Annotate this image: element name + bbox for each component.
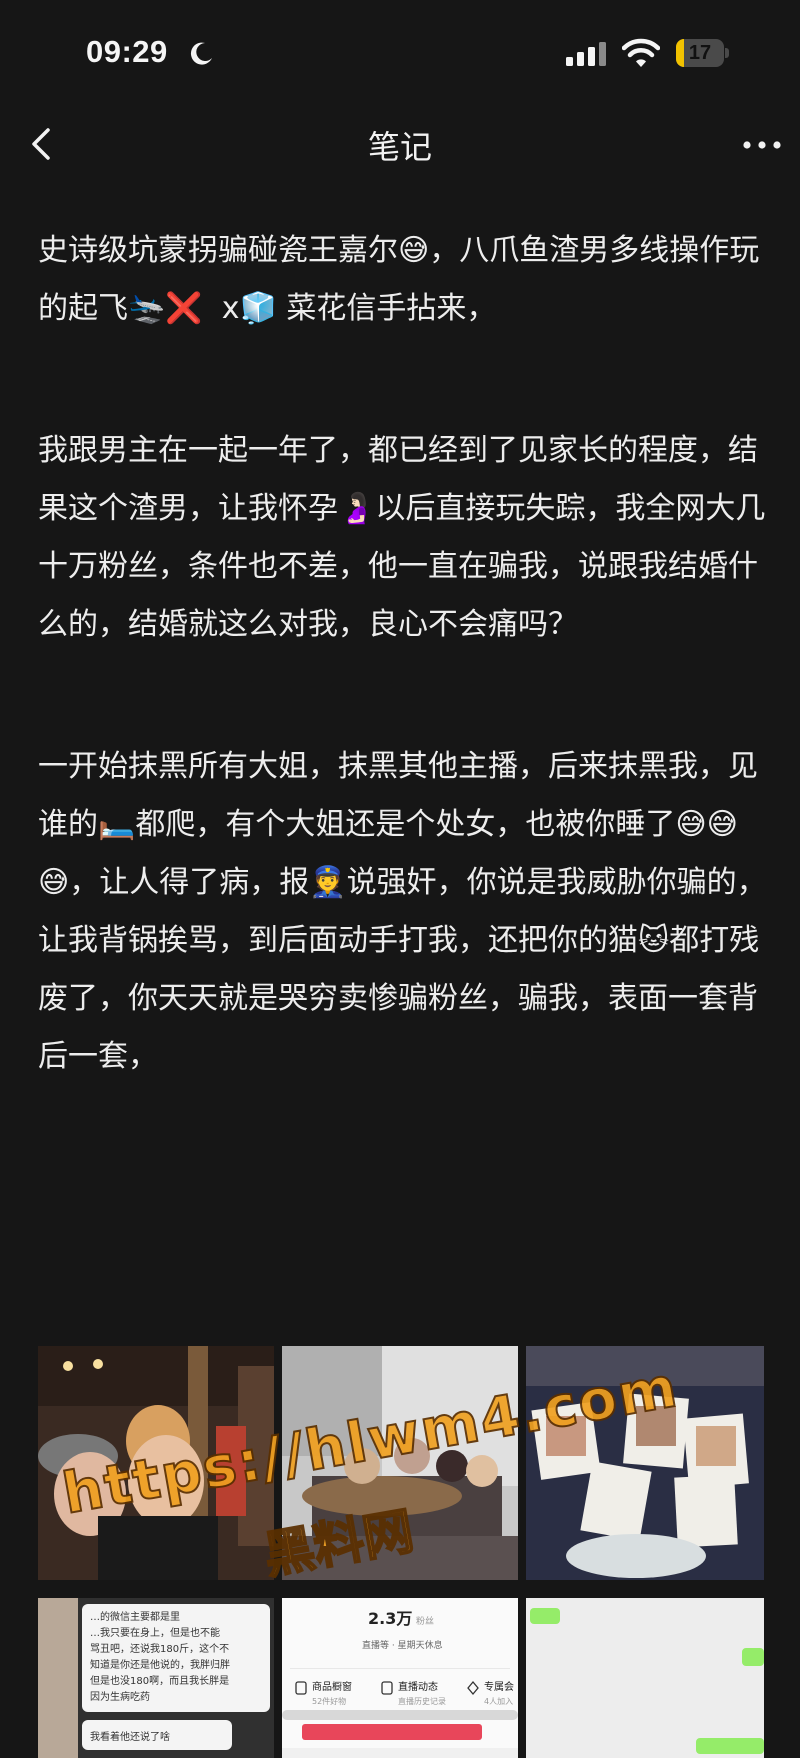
status-time: 09:29: [86, 34, 168, 69]
thumb-stat-sub: 粉丝: [416, 1615, 434, 1627]
thumb-text-line: 我看着他还说了啥: [90, 1730, 170, 1743]
nav-bar: 笔记: [0, 100, 800, 188]
note-paragraph: 我跟男主在一起一年了，都已经到了见家长的程度，结果这个渣男，让我怀孕🤰🏻以后直接…: [38, 433, 766, 642]
more-icon[interactable]: [738, 130, 788, 160]
thumb-line: 直播等 · 星期天休息: [362, 1639, 443, 1651]
thumb-item: 商品橱窗: [312, 1680, 352, 1693]
thumb-item-sub: 直播历史记录: [398, 1696, 446, 1706]
note-body: 史诗级坑蒙拐骗碰瓷王嘉尔😅，八爪鱼渣男多线操作玩的起飞🛬❌ x🧊 菜花信手拈来，…: [38, 222, 768, 1086]
image-thumbnail[interactable]: [526, 1346, 764, 1580]
note-paragraph: 一开始抹黑所有大姐，抹黑其他主播，后来抹黑我，见谁的🛏️都爬，有个大姐还是个处女…: [38, 749, 767, 1074]
wifi-icon: [622, 38, 660, 67]
thumb-item: 专属会: [484, 1680, 514, 1693]
battery-icon: 17: [676, 39, 729, 67]
image-thumbnail[interactable]: [526, 1598, 764, 1758]
page-title: 笔记: [367, 128, 432, 166]
thumb-text-line: 骂丑吧，还说我180斤，这个不: [90, 1642, 229, 1655]
home-indicator[interactable]: [282, 1710, 518, 1720]
thumb-item-sub: 4人加入: [484, 1696, 513, 1706]
signal-icon: [566, 42, 606, 66]
thumb-text-line: 但是也没180啊，而且我长胖是: [90, 1674, 229, 1687]
thumb-item-sub: 52件好物: [312, 1696, 346, 1706]
thumb-stat: 2.3万: [368, 1609, 412, 1628]
moon-icon: [190, 42, 212, 65]
thumb-text-line: …的微信主要都是里: [90, 1610, 180, 1623]
thumb-text-line: 因为生病吃药: [90, 1690, 150, 1703]
image-thumbnail[interactable]: [282, 1346, 518, 1580]
image-thumbnail[interactable]: …的微信主要都是里 …我只要在身上，但是也不能 骂丑吧，还说我180斤，这个不 …: [38, 1598, 274, 1758]
note-paragraph: 史诗级坑蒙拐骗碰瓷王嘉尔😅，八爪鱼渣男多线操作玩的起飞🛬❌ x🧊 菜花信手拈来，: [38, 233, 760, 326]
battery-level: 17: [688, 42, 712, 64]
thumb-item: 直播动态: [398, 1680, 438, 1693]
status-bar: 09:29 17: [0, 0, 800, 100]
image-thumbnail[interactable]: 2.3万 粉丝 直播等 · 星期天休息 商品橱窗 直播动态 专属会 52件好物 …: [282, 1598, 518, 1758]
svg-text:商品橱窗 直播动态 专属会: 商品橱窗 直播动态 专属会: [312, 1680, 514, 1693]
thumb-text-line: …我只要在身上，但是也不能: [90, 1626, 220, 1639]
image-thumbnail[interactable]: [38, 1346, 274, 1580]
thumb-text-line: 知道是你还是他说的，我胖归胖: [90, 1658, 230, 1671]
